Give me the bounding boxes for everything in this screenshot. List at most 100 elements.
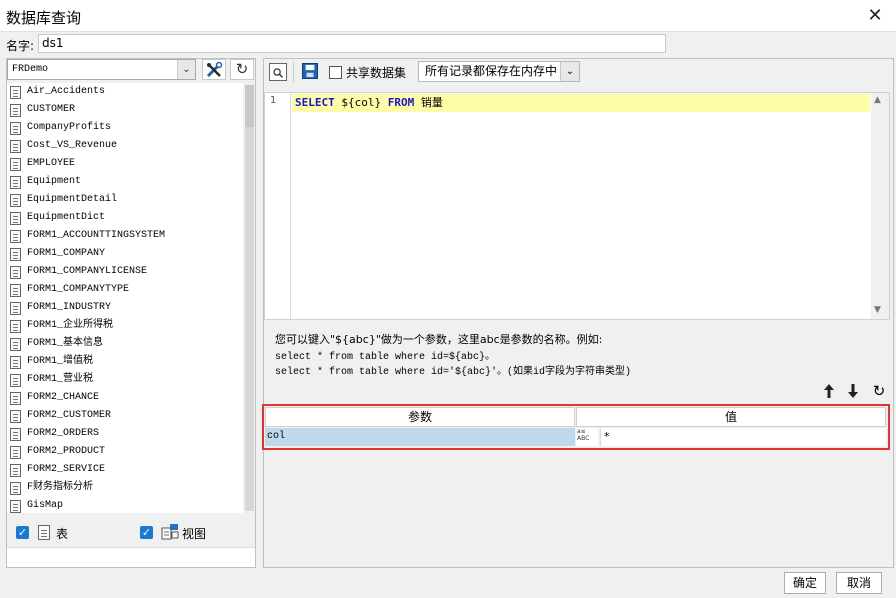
- table-item[interactable]: FORM2_ORDERS: [7, 425, 243, 443]
- table-item[interactable]: FORM1_企业所得税: [7, 317, 243, 335]
- scrollbar-thumb[interactable]: [245, 85, 254, 127]
- table-item-label: FORM1_ACCOUNTTINGSYSTEM: [27, 230, 166, 241]
- table-icon: [10, 284, 21, 297]
- table-item-label: Cost_VS_Revenue: [27, 140, 118, 151]
- sql-editor[interactable]: [264, 92, 890, 320]
- sql-parameter: ${col}: [334, 96, 388, 109]
- refresh-tables-button[interactable]: ↻: [230, 59, 254, 80]
- table-icon: [10, 194, 21, 207]
- sql-keyword-from: FROM: [387, 96, 415, 109]
- table-icon: [10, 392, 21, 405]
- line-gutter: [265, 93, 291, 319]
- name-input[interactable]: ds1: [38, 34, 666, 53]
- table-icon: [10, 86, 21, 99]
- sql-table-name: 销量: [414, 96, 443, 109]
- cancel-button[interactable]: 取消: [836, 572, 882, 594]
- table-search-area[interactable]: [7, 547, 255, 567]
- save-icon[interactable]: [302, 63, 318, 79]
- table-item-label: FORM2_CUSTOMER: [27, 410, 112, 421]
- table-item[interactable]: Cost_VS_Revenue: [7, 137, 243, 155]
- table-icon: [10, 410, 21, 423]
- table-icon: [10, 320, 21, 333]
- sql-keyword-select: SELECT: [295, 96, 335, 109]
- table-list[interactable]: Air_Accidents CUSTOMER CompanyProfits Cost_…: [7, 83, 243, 513]
- table-icon: [10, 140, 21, 153]
- table-item[interactable]: CUSTOMER: [7, 101, 243, 119]
- toolbar-divider: [293, 62, 294, 82]
- table-icon: [10, 356, 21, 369]
- scrollbar-track[interactable]: [245, 127, 254, 511]
- table-icon: [10, 158, 21, 171]
- show-views-checkbox[interactable]: ✓: [140, 526, 153, 539]
- table-item-label: Air_Accidents: [27, 86, 106, 97]
- arrow-up-icon: [824, 384, 834, 398]
- refresh-params-icon[interactable]: ↻: [871, 382, 887, 400]
- arrow-down-icon: [848, 384, 858, 398]
- table-item[interactable]: EMPLOYEE: [7, 155, 243, 173]
- table-icon: [38, 525, 50, 540]
- table-item[interactable]: GisMap: [7, 497, 243, 513]
- tools-icon: [206, 61, 223, 78]
- table-item[interactable]: FORM1_COMPANYLICENSE: [7, 263, 243, 281]
- chevron-down-icon[interactable]: ⌄: [177, 60, 195, 79]
- table-item-label: FORM2_SERVICE: [27, 464, 106, 475]
- table-item[interactable]: FORM1_基本信息: [7, 335, 243, 353]
- table-icon: [10, 266, 21, 279]
- param-table-empty-area: [264, 452, 890, 566]
- scroll-down-icon[interactable]: ▼: [874, 305, 881, 315]
- window-title: 数据库查询: [6, 9, 82, 27]
- line-number: 1: [270, 95, 277, 106]
- table-icon: [10, 104, 21, 117]
- table-item-label: FORM1_企业所得税: [27, 320, 114, 331]
- table-icon: [10, 302, 21, 315]
- table-item-label: FORM1_增值税: [27, 356, 94, 367]
- move-down-icon[interactable]: [846, 383, 860, 401]
- table-item-label: EquipmentDetail: [27, 194, 118, 205]
- table-item-label: FORM2_PRODUCT: [27, 446, 106, 457]
- table-item[interactable]: FORM1_ACCOUNTTINGSYSTEM: [7, 227, 243, 245]
- table-item[interactable]: Air_Accidents: [7, 83, 243, 101]
- move-up-icon[interactable]: [822, 383, 836, 401]
- table-item[interactable]: EquipmentDict: [7, 209, 243, 227]
- sql-text[interactable]: SELECT ${col} FROM 销量: [295, 94, 443, 111]
- show-tables-checkbox[interactable]: ✓: [16, 526, 29, 539]
- close-icon[interactable]: ✕: [862, 3, 888, 29]
- editor-scrollbar[interactable]: [871, 93, 889, 319]
- table-icon: [10, 464, 21, 477]
- table-item[interactable]: FORM2_CHANCE: [7, 389, 243, 407]
- ok-button[interactable]: 确定: [784, 572, 826, 594]
- table-item[interactable]: FORM1_COMPANYTYPE: [7, 281, 243, 299]
- param-table-highlight: [262, 404, 890, 450]
- table-icon: [10, 374, 21, 387]
- table-item[interactable]: F财务指标分析: [7, 479, 243, 497]
- table-item[interactable]: Equipment: [7, 173, 243, 191]
- table-item[interactable]: FORM1_COMPANY: [7, 245, 243, 263]
- view-icon: [161, 524, 179, 540]
- table-item[interactable]: FORM2_SERVICE: [7, 461, 243, 479]
- table-item-label: GisMap: [27, 500, 64, 511]
- scroll-up-icon[interactable]: ▲: [874, 95, 881, 105]
- table-item[interactable]: EquipmentDetail: [7, 191, 243, 209]
- table-item-label: Equipment: [27, 176, 82, 187]
- table-icon: [10, 446, 21, 459]
- table-icon: [10, 428, 21, 441]
- table-icon: [10, 212, 21, 225]
- table-item-label: FORM1_基本信息: [27, 338, 104, 349]
- table-item[interactable]: FORM1_营业税: [7, 371, 243, 389]
- name-label: 名字:: [6, 39, 35, 53]
- connection-settings-button[interactable]: [202, 59, 226, 80]
- table-item[interactable]: CompanyProfits: [7, 119, 243, 137]
- chevron-down-icon[interactable]: ⌄: [560, 62, 579, 81]
- table-item-label: FORM1_营业税: [27, 374, 94, 385]
- table-item[interactable]: FORM2_CUSTOMER: [7, 407, 243, 425]
- table-item-label: CUSTOMER: [27, 104, 76, 115]
- cache-mode-select[interactable]: 所有记录都保存在内存中: [418, 61, 580, 82]
- table-item[interactable]: FORM1_INDUSTRY: [7, 299, 243, 317]
- table-item[interactable]: FORM2_PRODUCT: [7, 443, 243, 461]
- dialog-footer: [0, 569, 896, 598]
- table-item[interactable]: FORM1_增值税: [7, 353, 243, 371]
- datasource-select[interactable]: FRDemo: [7, 59, 196, 80]
- preview-icon[interactable]: [269, 63, 287, 81]
- table-item-label: F财务指标分析: [27, 482, 94, 493]
- shared-dataset-checkbox[interactable]: [329, 66, 342, 79]
